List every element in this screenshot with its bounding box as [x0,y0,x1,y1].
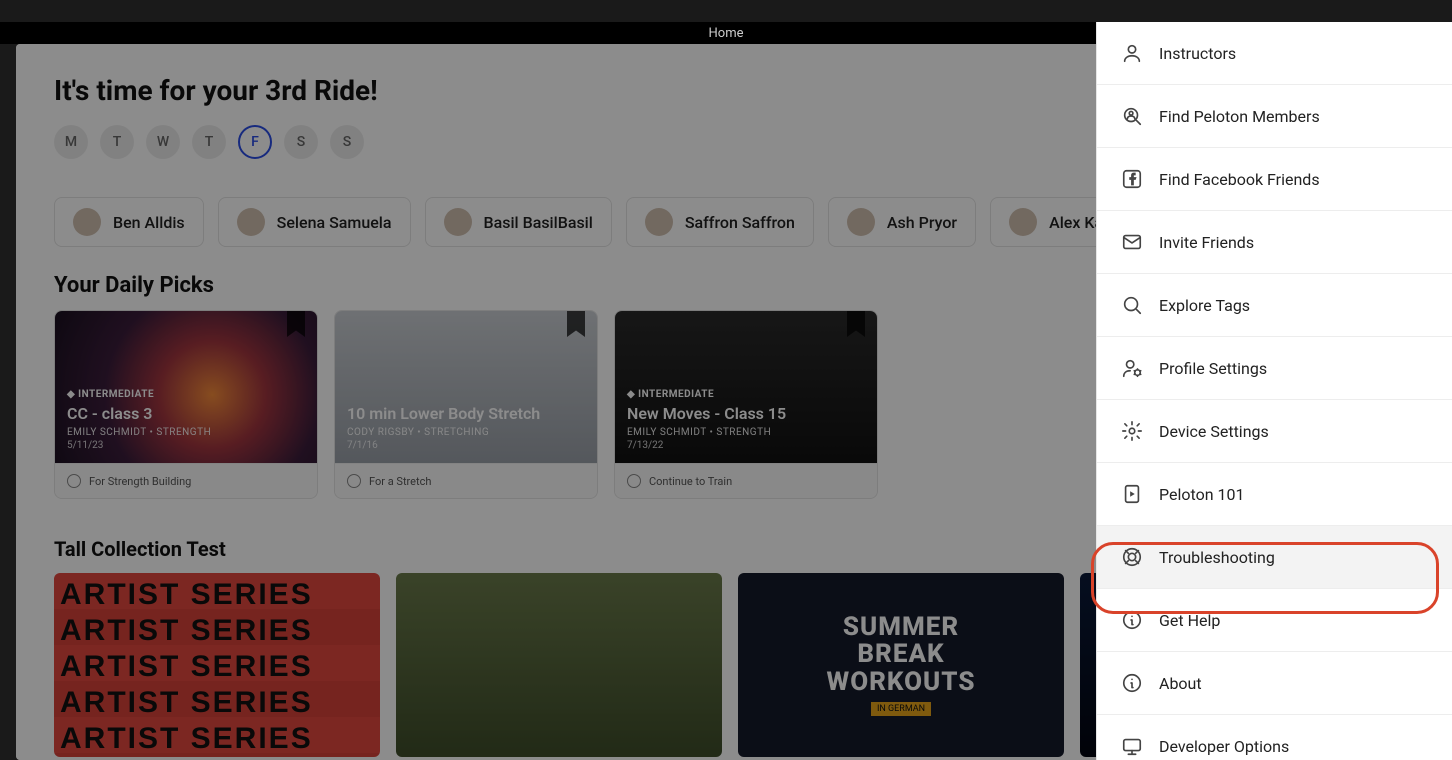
menu-label: Get Help [1159,611,1220,630]
menu-item-profile-settings[interactable]: Profile Settings [1097,337,1452,400]
menu-label: Find Facebook Friends [1159,170,1320,189]
play-doc-icon [1121,483,1143,505]
person-gear-icon [1121,357,1143,379]
menu-item-explore-tags[interactable]: Explore Tags [1097,274,1452,337]
app-root: Home It's time for your 3rd Ride! MTWTFS… [0,0,1452,760]
menu-item-troubleshooting[interactable]: Troubleshooting [1097,526,1452,589]
menu-item-get-help[interactable]: Get Help [1097,589,1452,652]
menu-label: Invite Friends [1159,233,1254,252]
menu-item-peloton-101[interactable]: Peloton 101 [1097,463,1452,526]
menu-item-developer-options[interactable]: Developer Options [1097,715,1452,760]
menu-label: Find Peloton Members [1159,107,1320,126]
menu-item-device-settings[interactable]: Device Settings [1097,400,1452,463]
window-topbar [0,0,1452,22]
menu-label: Developer Options [1159,737,1289,756]
mail-icon [1121,231,1143,253]
menu-label: Device Settings [1159,422,1269,441]
gear-icon [1121,420,1143,442]
menu-item-about[interactable]: About [1097,652,1452,715]
facebook-icon [1121,168,1143,190]
dev-icon [1121,735,1143,757]
info-icon [1121,672,1143,694]
info-icon [1121,609,1143,631]
search-tag-icon [1121,294,1143,316]
menu-item-find-facebook-friends[interactable]: Find Facebook Friends [1097,148,1452,211]
menu-item-find-peloton-members[interactable]: Find Peloton Members [1097,85,1452,148]
side-menu[interactable]: Instructors Find Peloton Members Find Face… [1096,22,1452,760]
menu-label: Troubleshooting [1159,548,1275,567]
nav-title[interactable]: Home [709,26,744,41]
person-icon [1121,42,1143,64]
menu-label: Peloton 101 [1159,485,1244,504]
search-person-icon [1121,105,1143,127]
menu-label: About [1159,674,1202,693]
menu-label: Explore Tags [1159,296,1250,315]
lifebuoy-icon [1121,546,1143,568]
menu-label: Profile Settings [1159,359,1267,378]
menu-label: Instructors [1159,44,1236,63]
menu-item-invite-friends[interactable]: Invite Friends [1097,211,1452,274]
menu-item-instructors[interactable]: Instructors [1097,22,1452,85]
